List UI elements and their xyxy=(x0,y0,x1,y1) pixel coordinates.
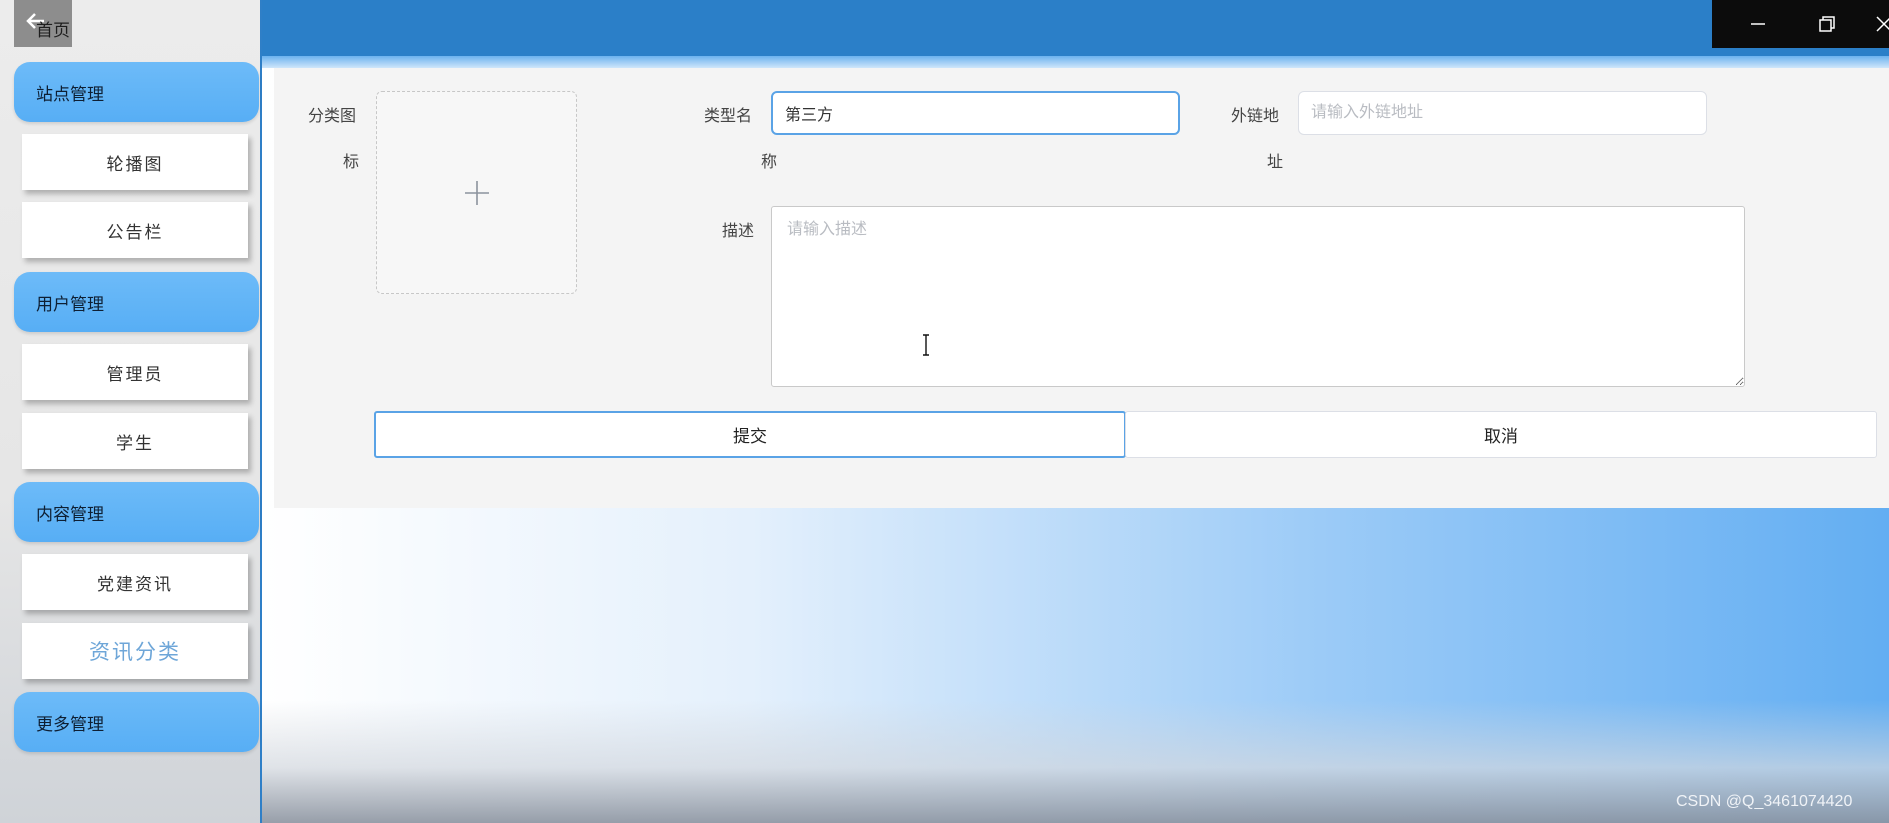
top-bar xyxy=(262,0,1889,56)
section-label: 内容管理 xyxy=(36,504,104,525)
sidebar-item-label: 管理员 xyxy=(106,364,164,385)
section-content-management[interactable]: 内容管理 xyxy=(14,482,259,542)
section-more-management[interactable]: 更多管理 xyxy=(14,692,259,752)
sidebar-item-label: 公告栏 xyxy=(106,222,164,243)
home-link[interactable]: 首页 xyxy=(14,0,72,47)
type-name-label: 类型名 xyxy=(704,106,753,125)
type-name-input[interactable] xyxy=(771,91,1180,135)
sidebar-item-party-news[interactable]: 党建资讯 xyxy=(22,554,248,610)
watermark: CSDN @Q_3461074420 xyxy=(1676,793,1853,810)
sidebar-item-admin[interactable]: 管理员 xyxy=(22,344,248,400)
link-label: 外链地 xyxy=(1231,106,1280,125)
home-label: 首页 xyxy=(36,21,70,41)
sidebar-item-label: 资讯分类 xyxy=(89,640,181,664)
cancel-button[interactable]: 取消 xyxy=(1125,411,1877,458)
link-label-cont: 址 xyxy=(1267,152,1284,171)
section-site-management[interactable]: 站点管理 xyxy=(14,62,259,122)
sidebar-item-label: 学生 xyxy=(116,433,154,454)
plus-icon xyxy=(464,180,489,205)
submit-label: 提交 xyxy=(733,427,767,446)
section-label: 站点管理 xyxy=(36,84,104,105)
icon-label-cont: 标 xyxy=(343,152,360,171)
sidebar: 首页 站点管理 轮播图 公告栏 用户管理 管理员 学生 内容管理 党建资讯 资讯… xyxy=(0,0,262,823)
restore-icon[interactable] xyxy=(1815,12,1839,36)
link-input[interactable] xyxy=(1298,91,1707,135)
description-label: 描述 xyxy=(722,221,755,240)
sidebar-item-bulletin[interactable]: 公告栏 xyxy=(22,202,248,258)
top-bar-divider xyxy=(262,56,1889,68)
sidebar-item-label: 轮播图 xyxy=(106,154,164,175)
icon-upload[interactable] xyxy=(376,91,577,294)
sidebar-item-label: 党建资讯 xyxy=(97,574,173,595)
description-textarea[interactable] xyxy=(771,206,1745,387)
sidebar-item-carousel[interactable]: 轮播图 xyxy=(22,134,248,190)
cancel-label: 取消 xyxy=(1484,427,1518,446)
close-icon[interactable] xyxy=(1872,12,1889,36)
section-label: 用户管理 xyxy=(36,294,104,315)
sidebar-item-student[interactable]: 学生 xyxy=(22,413,248,469)
main-bottom-fade xyxy=(262,700,1889,823)
minimize-icon[interactable] xyxy=(1746,12,1770,36)
sidebar-item-news-category[interactable]: 资讯分类 xyxy=(22,623,248,679)
window-controls xyxy=(1712,0,1889,48)
submit-button[interactable]: 提交 xyxy=(374,411,1126,458)
type-name-label-cont: 称 xyxy=(761,152,778,171)
text-cursor-icon xyxy=(923,334,929,356)
section-user-management[interactable]: 用户管理 xyxy=(14,272,259,332)
icon-label: 分类图 xyxy=(308,106,357,125)
section-label: 更多管理 xyxy=(36,714,104,735)
